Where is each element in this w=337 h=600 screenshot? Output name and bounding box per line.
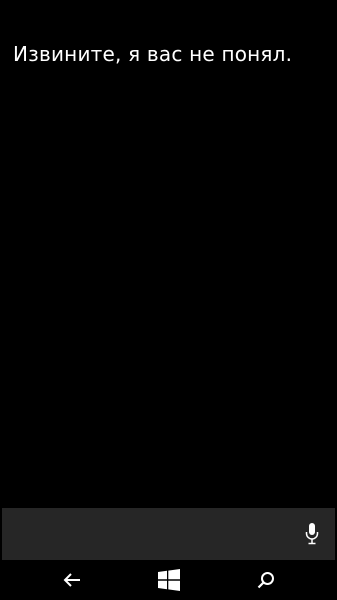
- voice-input-bar[interactable]: [2, 508, 335, 560]
- search-icon[interactable]: [254, 568, 278, 592]
- back-arrow-icon[interactable]: [60, 568, 84, 592]
- navigation-bar: [0, 560, 337, 600]
- assistant-response-text: Извините, я вас не понял.: [13, 42, 293, 66]
- windows-logo-icon[interactable]: [157, 568, 181, 592]
- microphone-icon[interactable]: [305, 523, 319, 545]
